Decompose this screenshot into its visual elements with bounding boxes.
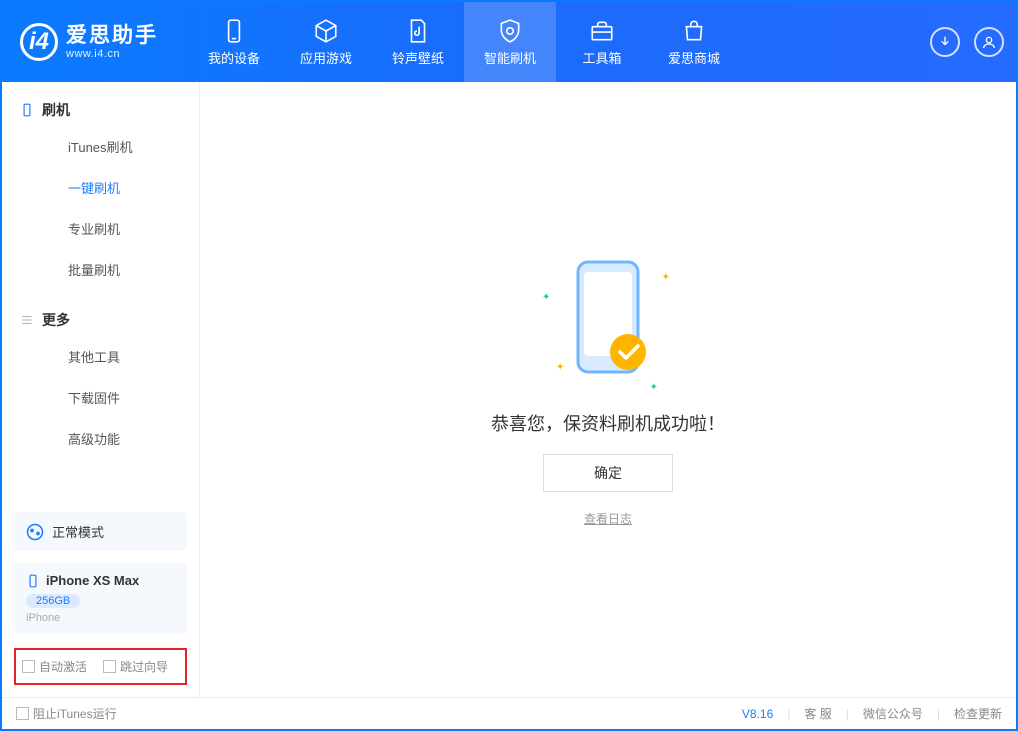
music-file-icon — [405, 18, 431, 44]
sparkle-icon: ✦ — [556, 362, 564, 373]
checkbox-block-itunes[interactable]: 阻止iTunes运行 — [16, 705, 117, 722]
device-type: iPhone — [26, 612, 175, 624]
sidebar: 刷机 iTunes刷机 一键刷机 专业刷机 批量刷机 更多 其他工具 下载固件 … — [2, 82, 200, 697]
main-content: ✦ ✦ ✦ ✦ 恭喜您，保资料刷机成功啦！ 确定 查看日志 — [200, 82, 1016, 697]
sidebar-item-advanced[interactable]: 高级功能 — [20, 418, 199, 459]
account-button[interactable] — [974, 27, 1004, 57]
tab-smart-flash[interactable]: 智能刷机 — [464, 2, 556, 82]
shield-sync-icon — [497, 18, 523, 44]
sidebar-item-itunes-flash[interactable]: iTunes刷机 — [20, 126, 199, 167]
sidebar-item-download-firmware[interactable]: 下载固件 — [20, 377, 199, 418]
app-name: 爱思助手 — [66, 24, 158, 47]
tab-apps-games[interactable]: 应用游戏 — [280, 2, 372, 82]
sidebar-section-flash: 刷机 — [20, 100, 199, 120]
user-icon — [981, 34, 997, 50]
sidebar-item-pro-flash[interactable]: 专业刷机 — [20, 208, 199, 249]
phone-outline-icon — [20, 103, 34, 117]
sidebar-item-batch-flash[interactable]: 批量刷机 — [20, 249, 199, 290]
success-message: 恭喜您，保资料刷机成功啦！ — [491, 410, 725, 436]
device-icon — [26, 574, 40, 588]
logo-icon: i4 — [20, 23, 58, 61]
sidebar-item-one-click-flash[interactable]: 一键刷机 — [20, 167, 199, 208]
download-icon — [937, 34, 953, 50]
checkbox-auto-activate[interactable]: 自动激活 — [22, 658, 87, 675]
sidebar-section-more: 更多 — [20, 310, 199, 330]
sparkle-icon: ✦ — [650, 382, 658, 393]
sync-icon — [26, 523, 44, 541]
cube-icon — [313, 18, 339, 44]
support-link[interactable]: 客 服 — [804, 705, 831, 722]
footer: 阻止iTunes运行 V8.16 | 客 服 | 微信公众号 | 检查更新 — [2, 697, 1016, 729]
toolbox-icon — [589, 18, 615, 44]
device-storage-badge: 256GB — [26, 594, 80, 608]
list-icon — [20, 313, 34, 327]
header: i4 爱思助手 www.i4.cn 我的设备 应用游戏 铃声壁纸 智能刷机 — [2, 2, 1016, 82]
device-name: iPhone XS Max — [46, 573, 139, 588]
checkbox-skip-guide[interactable]: 跳过向导 — [103, 658, 168, 675]
download-button[interactable] — [930, 27, 960, 57]
ok-button[interactable]: 确定 — [543, 454, 673, 492]
logo: i4 爱思助手 www.i4.cn — [2, 23, 176, 61]
check-update-link[interactable]: 检查更新 — [954, 705, 1002, 722]
mode-indicator[interactable]: 正常模式 — [14, 512, 187, 551]
nav-tabs: 我的设备 应用游戏 铃声壁纸 智能刷机 工具箱 爱思商城 — [188, 2, 740, 82]
sparkle-icon: ✦ — [542, 292, 550, 303]
success-illustration: ✦ ✦ ✦ ✦ — [548, 252, 668, 392]
sparkle-icon: ✦ — [662, 272, 670, 283]
tab-my-device[interactable]: 我的设备 — [188, 2, 280, 82]
view-log-link[interactable]: 查看日志 — [584, 510, 632, 527]
version-label: V8.16 — [742, 707, 773, 721]
wechat-link[interactable]: 微信公众号 — [863, 705, 923, 722]
phone-icon — [221, 18, 247, 44]
tab-store[interactable]: 爱思商城 — [648, 2, 740, 82]
device-card[interactable]: iPhone XS Max 256GB iPhone — [14, 563, 187, 634]
sidebar-item-other-tools[interactable]: 其他工具 — [20, 336, 199, 377]
app-url: www.i4.cn — [66, 48, 158, 60]
highlighted-options: 自动激活 跳过向导 — [14, 648, 187, 685]
tab-toolbox[interactable]: 工具箱 — [556, 2, 648, 82]
header-actions — [930, 27, 1016, 57]
bag-icon — [681, 18, 707, 44]
tab-ringtone-wallpaper[interactable]: 铃声壁纸 — [372, 2, 464, 82]
